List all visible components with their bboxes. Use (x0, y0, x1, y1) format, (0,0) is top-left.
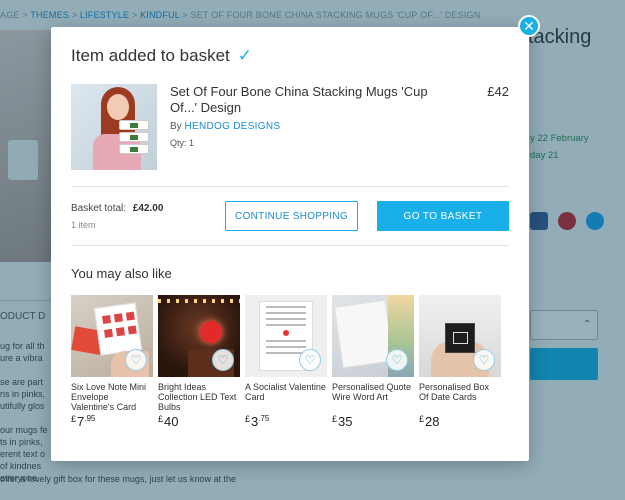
heart-icon[interactable]: ♡ (473, 349, 495, 371)
price-currency: £ (332, 414, 338, 424)
recommendation-image[interactable]: ♡ (71, 295, 153, 377)
recommendation-image[interactable]: ♡ (158, 295, 240, 377)
basket-total-label: Basket total: (71, 203, 127, 214)
item-price: £42 (487, 84, 509, 99)
price-currency: £ (158, 414, 164, 424)
price-main: 28 (425, 414, 440, 429)
item-name[interactable]: Set Of Four Bone China Stacking Mugs 'Cu… (170, 84, 430, 116)
seller-link[interactable]: HENDOG DESIGNS (184, 121, 280, 132)
price-currency: £ (245, 414, 251, 424)
price-main: 40 (164, 414, 179, 429)
heart-icon[interactable]: ♡ (212, 349, 234, 371)
recommendations-title: You may also like (71, 266, 172, 281)
recommendation-price: £28 (419, 414, 501, 429)
recommendation-item[interactable]: ♡ Personalised Box Of Date Cards £28 (419, 295, 501, 429)
go-to-basket-button[interactable]: GO TO BASKET (377, 201, 509, 231)
item-thumbnail[interactable] (71, 84, 157, 170)
recommendation-name[interactable]: Personalised Box Of Date Cards (419, 382, 501, 412)
close-glyph: ✕ (523, 17, 535, 34)
basket-total-value: £42.00 (132, 203, 164, 214)
recommendation-name[interactable]: Six Love Note Mini Envelope Valentine's … (71, 382, 153, 412)
recommendations-list: ♡ Six Love Note Mini Envelope Valentine'… (71, 295, 501, 429)
added-to-basket-modal: Item added to basket ✓ Set Of Four Bone … (51, 27, 529, 461)
item-quantity: Qty: 1 (170, 138, 195, 148)
heart-icon[interactable]: ♡ (299, 349, 321, 371)
heart-icon[interactable]: ♡ (386, 349, 408, 371)
by-label: By (170, 121, 182, 132)
recommendation-name[interactable]: Personalised Quote Wire Word Art (332, 382, 414, 412)
recommendation-item[interactable]: ♡ Bright Ideas Collection LED Text Bulbs… (158, 295, 240, 429)
modal-header: Item added to basket ✓ (71, 46, 252, 66)
recommendation-item[interactable]: ♡ A Socialist Valentine Card £3.75 (245, 295, 327, 429)
recommendation-image[interactable]: ♡ (245, 295, 327, 377)
basket-item-count: 1 item (71, 220, 96, 230)
price-currency: £ (71, 414, 77, 424)
recommendation-price: £3.75 (245, 414, 327, 429)
recommendation-item[interactable]: ♡ Six Love Note Mini Envelope Valentine'… (71, 295, 153, 429)
heart-icon[interactable]: ♡ (125, 349, 147, 371)
price-pence: .95 (84, 414, 96, 423)
price-main: 35 (338, 414, 353, 429)
price-pence: .75 (258, 414, 270, 423)
recommendation-price: £7.95 (71, 414, 153, 429)
divider (71, 245, 509, 246)
recommendation-item[interactable]: ♡ Personalised Quote Wire Word Art £35 (332, 295, 414, 429)
divider (71, 186, 509, 187)
price-currency: £ (419, 414, 425, 424)
item-seller: By HENDOG DESIGNS (170, 121, 280, 132)
modal-title: Item added to basket (71, 46, 230, 65)
continue-shopping-button[interactable]: CONTINUE SHOPPING (225, 201, 358, 231)
recommendation-image[interactable]: ♡ (332, 295, 414, 377)
recommendation-name[interactable]: A Socialist Valentine Card (245, 382, 327, 412)
basket-total: Basket total: £42.00 (71, 203, 163, 214)
recommendation-image[interactable]: ♡ (419, 295, 501, 377)
recommendation-name[interactable]: Bright Ideas Collection LED Text Bulbs (158, 382, 240, 412)
recommendation-price: £35 (332, 414, 414, 429)
close-icon[interactable]: ✕ (518, 15, 540, 37)
recommendation-price: £40 (158, 414, 240, 429)
check-icon: ✓ (237, 46, 253, 65)
